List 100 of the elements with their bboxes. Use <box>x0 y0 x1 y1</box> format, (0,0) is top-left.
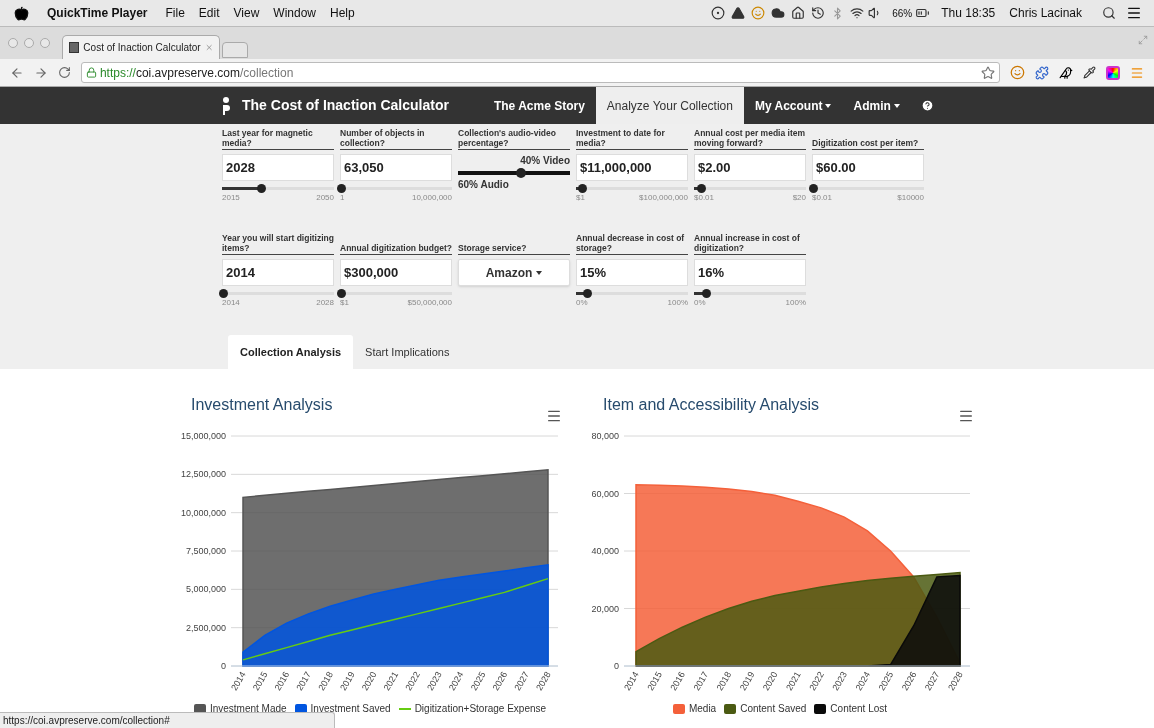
slider-thumb[interactable] <box>219 289 228 298</box>
input-field[interactable]: $300,000 <box>340 259 452 286</box>
back-icon[interactable] <box>10 65 24 80</box>
legend-swatch-icon[interactable] <box>814 703 827 714</box>
menu-item[interactable]: Window <box>273 4 316 22</box>
axis-label: 60,000 <box>591 488 619 499</box>
slider-track[interactable] <box>222 289 334 298</box>
slider-track[interactable] <box>340 289 452 298</box>
slider-track[interactable] <box>694 289 806 298</box>
color-wheel-icon[interactable] <box>1106 65 1120 80</box>
apple-icon[interactable] <box>14 5 29 21</box>
range-max: $10000 <box>897 194 924 202</box>
slider-thumb[interactable] <box>516 168 527 178</box>
menu-icon[interactable] <box>958 408 974 424</box>
axis-label: 0 <box>221 661 226 671</box>
nav-tab[interactable]: Analyze Your Collection <box>595 87 744 124</box>
history-icon[interactable] <box>811 6 826 20</box>
slider-track[interactable] <box>694 184 806 193</box>
brand-title[interactable]: The Cost of Inaction Calculator <box>242 95 449 116</box>
slider-thumb[interactable] <box>337 289 346 298</box>
slider-thumb[interactable] <box>578 184 588 193</box>
menu-item[interactable]: Edit <box>198 4 220 22</box>
input-field[interactable]: $60.00 <box>812 154 924 181</box>
menu-clock[interactable]: Thu 18:35 <box>941 4 996 22</box>
nav-tab[interactable]: Admin <box>842 87 911 124</box>
slider-thumb[interactable] <box>257 184 267 193</box>
axis-label: 40,000 <box>591 546 619 556</box>
address-field[interactable]: https://coi.avpreserve.com/collection <box>80 62 1001 83</box>
input-field[interactable]: 2028 <box>222 154 334 181</box>
input-field[interactable]: $11,000,000 <box>576 154 688 181</box>
input-field[interactable]: $2.00 <box>694 154 806 181</box>
axis-label: 80,000 <box>591 431 619 441</box>
field-label: Investment to date for media? <box>576 127 688 150</box>
field-label: Annual cost per media item moving forward? <box>694 127 806 150</box>
input-field[interactable]: 2014 <box>222 259 334 286</box>
slider-thumb[interactable] <box>583 289 593 298</box>
slider-track[interactable] <box>576 184 688 193</box>
analysis-tab[interactable]: Start Implications <box>353 335 462 369</box>
url-text: https://coi.avpreserve.com/collection <box>99 64 294 82</box>
legend-swatch-icon[interactable] <box>672 703 685 714</box>
record-icon[interactable] <box>711 6 726 20</box>
slider-thumb[interactable] <box>697 184 707 193</box>
input-field[interactable]: 63,050 <box>340 154 452 181</box>
slider-thumb[interactable] <box>702 289 712 298</box>
browser-tab[interactable]: Cost of Inaction Calculator <box>62 35 220 59</box>
field-label: Annual decrease in cost of storage? <box>576 232 688 255</box>
input-field[interactable]: 15% <box>576 259 688 286</box>
storage-dropdown[interactable]: Amazon <box>458 259 570 286</box>
input-field[interactable]: 16% <box>694 259 806 286</box>
forward-icon[interactable] <box>33 65 48 80</box>
legend-label[interactable]: Content Saved <box>740 701 807 716</box>
slider-thumb[interactable] <box>809 184 818 193</box>
search-icon[interactable] <box>1102 6 1116 20</box>
range-min: 2015 <box>222 194 240 202</box>
analysis-tab[interactable]: Collection Analysis <box>228 335 354 369</box>
range-max: $50,000,000 <box>407 299 452 307</box>
nav-tab[interactable]: The Acme Story <box>482 87 596 124</box>
tab-title: Cost of Inaction Calculator <box>83 41 201 55</box>
field-label: Collection's audio-video percentage? <box>458 127 570 150</box>
slider-track[interactable] <box>222 184 334 193</box>
legend-swatch-icon[interactable] <box>724 703 737 714</box>
bookmark-star-icon[interactable] <box>981 65 996 80</box>
range-max: 100% <box>785 299 806 307</box>
menu-icon[interactable] <box>546 408 562 424</box>
wifi-icon[interactable] <box>850 6 865 20</box>
help-icon[interactable] <box>920 99 934 112</box>
axis-label: 7,500,000 <box>185 546 226 556</box>
menu-item[interactable]: View <box>233 4 260 22</box>
chart-title: Investment Analysis <box>191 395 333 415</box>
pipette-icon[interactable] <box>1083 66 1097 79</box>
axis-label: 5,000,000 <box>185 584 226 595</box>
battery-icon[interactable] <box>914 6 932 20</box>
legend-label[interactable]: Content Lost <box>830 701 888 716</box>
slider-track[interactable] <box>340 184 452 193</box>
range-max: 2028 <box>316 299 334 307</box>
slider-track[interactable] <box>458 168 570 178</box>
house-icon[interactable] <box>791 6 806 20</box>
range-min: 0% <box>576 299 588 307</box>
menu-item[interactable]: File <box>165 4 185 22</box>
slider-thumb[interactable] <box>337 184 346 193</box>
logo-icon <box>222 96 230 115</box>
axis-label: 10,000,000 <box>180 507 226 518</box>
field-label: Annual digitization budget? <box>340 232 452 255</box>
reload-icon[interactable] <box>57 66 71 79</box>
slider-track[interactable] <box>576 289 688 298</box>
nav-tab[interactable]: My Account <box>743 87 843 124</box>
field-label: Year you will start digitizing items? <box>222 232 334 255</box>
app-menu[interactable]: QuickTime Player <box>47 4 148 22</box>
legend-label[interactable]: Digitization+Storage Expense <box>414 701 547 716</box>
triangle-icon[interactable] <box>731 6 746 20</box>
axis-label: 12,500,000 <box>180 469 226 480</box>
cloud-icon[interactable] <box>771 6 786 20</box>
smiley-icon[interactable] <box>1010 65 1026 80</box>
list-icon[interactable] <box>1126 5 1142 21</box>
menu-item[interactable]: Help <box>330 4 355 22</box>
legend-label[interactable]: Media <box>688 701 717 716</box>
bird-icon[interactable] <box>1059 65 1074 80</box>
user-name[interactable]: Chris Lacinak <box>1009 4 1082 22</box>
slider-track[interactable] <box>812 184 924 193</box>
puzzle-icon[interactable] <box>1035 65 1050 80</box>
